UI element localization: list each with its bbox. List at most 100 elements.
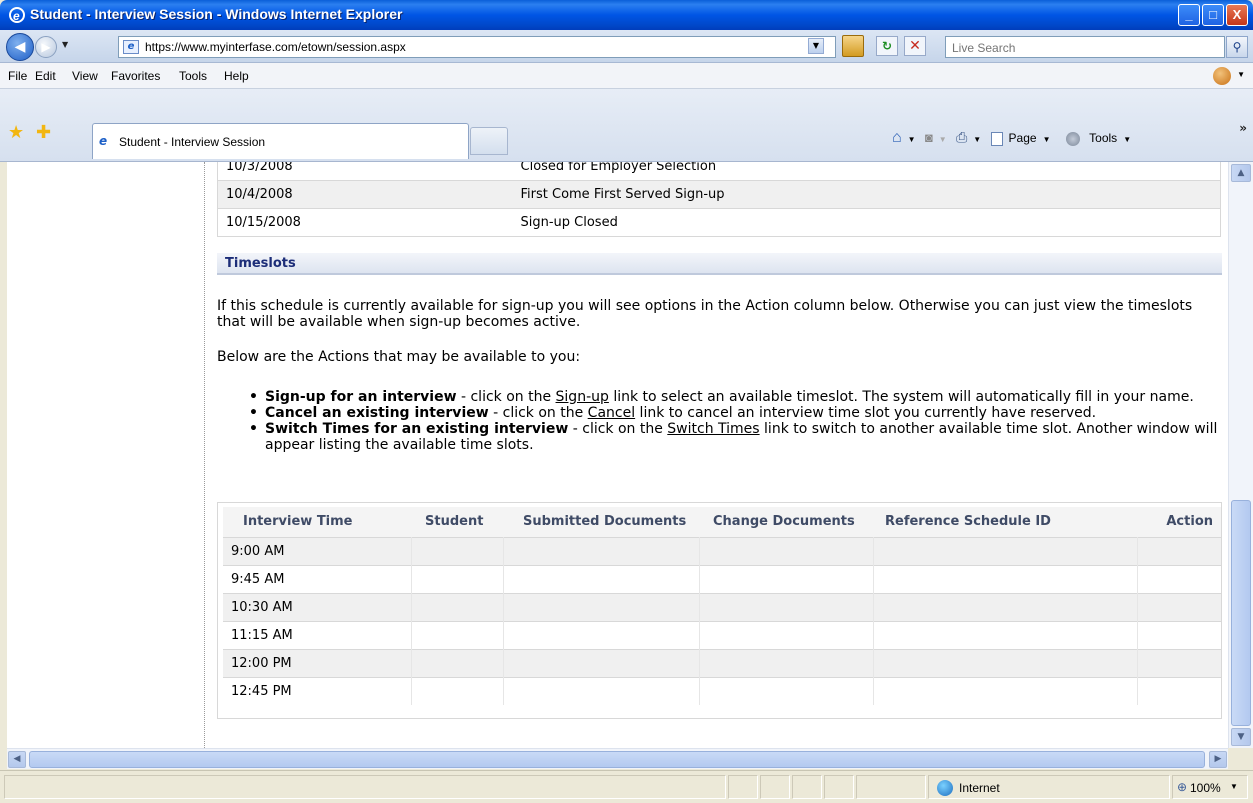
table-cell (503, 620, 700, 649)
actions-intro: Below are the Actions that may be availa… (217, 349, 581, 365)
table-cell (411, 676, 504, 705)
list-item: Sign-up for an interview - click on the … (249, 389, 1219, 405)
interview-time-cell: 12:45 PM (223, 676, 412, 705)
action-text: - click on the (456, 389, 556, 405)
table-row: 10:30 AM (223, 592, 1221, 621)
recent-pages-dropdown-icon[interactable]: ▼ (62, 40, 68, 49)
zoom-dropdown-icon[interactable]: ▼ (1230, 782, 1238, 791)
more-chevron-icon[interactable]: » (1239, 121, 1247, 135)
refresh-icon[interactable]: ↻ (876, 36, 898, 56)
back-button[interactable]: ◀ (6, 33, 34, 61)
table-cell (1137, 536, 1221, 565)
lock-icon[interactable] (842, 35, 864, 57)
column-header: Interview Time (223, 507, 411, 537)
table-cell (873, 536, 1138, 565)
scroll-right-icon[interactable]: ▶ (1209, 751, 1227, 768)
vertical-scroll-thumb[interactable] (1231, 500, 1251, 726)
forward-button[interactable]: ▶ (35, 36, 57, 58)
list-item: Switch Times for an existing interview -… (249, 421, 1219, 453)
interview-time-cell: 10:30 AM (223, 592, 412, 621)
tools-menu[interactable]: Tools ▼ (1065, 131, 1137, 146)
menu-help[interactable]: Help (224, 69, 249, 83)
scroll-left-icon[interactable]: ◀ (8, 751, 26, 768)
menu-tools[interactable]: Tools (179, 69, 207, 83)
action-text: link to cancel an interview time slot yo… (635, 405, 1097, 421)
page-menu[interactable]: Page ▼ (990, 131, 1057, 146)
table-cell (503, 676, 700, 705)
cancel-link[interactable]: Cancel (588, 405, 635, 421)
messenger-icon[interactable] (1213, 67, 1231, 85)
interview-time-cell: 11:15 AM (223, 620, 412, 649)
timeslots-intro: If this schedule is currently available … (217, 298, 1193, 330)
interview-time-cell: 12:00 PM (223, 648, 412, 677)
table-cell (411, 564, 504, 593)
search-icon[interactable]: ⚲ (1226, 36, 1248, 58)
close-button[interactable]: X (1226, 4, 1248, 26)
scroll-up-icon[interactable]: ▲ (1231, 164, 1251, 182)
table-cell (1137, 564, 1221, 593)
print-icon[interactable]: ⎙ (956, 129, 967, 146)
status-pane (824, 775, 854, 799)
address-dropdown-icon[interactable]: ▼ (808, 38, 824, 54)
switch-times-link[interactable]: Switch Times (667, 421, 759, 437)
status-pane (728, 775, 758, 799)
home-icon[interactable]: ⌂ (892, 129, 902, 147)
zoom-icon: ⊕ (1177, 780, 1188, 794)
tab-label: Student - Interview Session (119, 135, 266, 149)
horizontal-scrollbar[interactable]: ◀ ▶ (7, 748, 1228, 769)
search-box[interactable] (945, 36, 1225, 58)
search-input[interactable] (946, 38, 1206, 58)
column-header: Change Documents (699, 507, 873, 537)
print-dropdown-icon[interactable]: ▼ (973, 135, 981, 144)
feeds-dropdown-icon[interactable]: ▼ (939, 135, 947, 144)
menu-favorites[interactable]: Favorites (111, 69, 160, 83)
table-cell (699, 564, 874, 593)
table-cell (873, 564, 1138, 593)
action-title: Sign-up for an interview (265, 389, 457, 405)
feeds-icon[interactable]: ◙ (925, 130, 933, 145)
signup-link[interactable]: Sign-up (556, 389, 609, 405)
tools-gear-icon (1065, 131, 1080, 146)
left-column (7, 162, 205, 748)
home-dropdown-icon[interactable]: ▼ (908, 135, 916, 144)
table-cell (699, 648, 874, 677)
column-header: Submitted Documents (503, 507, 699, 537)
maximize-button[interactable]: □ (1202, 4, 1224, 26)
table-row: 12:00 PM (223, 648, 1221, 677)
column-header: Reference Schedule ID (873, 507, 1137, 537)
status-message-pane (4, 775, 726, 799)
table-row: 11:15 AM (223, 620, 1221, 649)
timeslots-header: Timeslots (217, 253, 1222, 275)
add-favorite-icon[interactable]: ✚ (36, 124, 51, 142)
horizontal-scroll-thumb[interactable] (29, 751, 1205, 768)
action-title: Cancel an existing interview (265, 405, 489, 421)
menu-view[interactable]: View (72, 69, 98, 83)
list-item: Cancel an existing interview - click on … (249, 405, 1219, 421)
table-cell (873, 648, 1138, 677)
table-cell (503, 536, 700, 565)
messenger-dropdown-icon[interactable]: ▼ (1237, 70, 1245, 79)
table-cell (699, 676, 874, 705)
stop-icon[interactable]: ✕ (904, 36, 926, 56)
title-bar: e Student - Interview Session - Windows … (0, 0, 1253, 30)
menu-file[interactable]: File (8, 69, 27, 83)
table-cell (1137, 592, 1221, 621)
table-cell (1137, 648, 1221, 677)
zoom-label[interactable]: 100% (1190, 781, 1221, 795)
address-row: ◀ ▶ ▼ e https://www.myinterfase.com/etow… (0, 30, 1253, 63)
tab-student-interview-session[interactable]: e Student - Interview Session (92, 123, 469, 159)
address-bar[interactable]: e https://www.myinterfase.com/etown/sess… (118, 36, 836, 58)
page-menu-label: Page (1008, 131, 1037, 145)
address-url[interactable]: https://www.myinterfase.com/etown/sessio… (145, 40, 406, 54)
status-pane (760, 775, 790, 799)
scroll-down-icon[interactable]: ▼ (1231, 728, 1251, 746)
minimize-button[interactable]: _ (1178, 4, 1200, 26)
table-row: 12:45 PM (223, 676, 1221, 705)
new-tab-button[interactable] (470, 127, 508, 155)
table-cell (699, 592, 874, 621)
favorites-star-icon[interactable]: ★ (8, 124, 24, 142)
status-pane (792, 775, 822, 799)
menu-edit[interactable]: Edit (35, 69, 56, 83)
vertical-scrollbar[interactable]: ▲ ▼ (1228, 162, 1253, 748)
table-cell (873, 676, 1138, 705)
